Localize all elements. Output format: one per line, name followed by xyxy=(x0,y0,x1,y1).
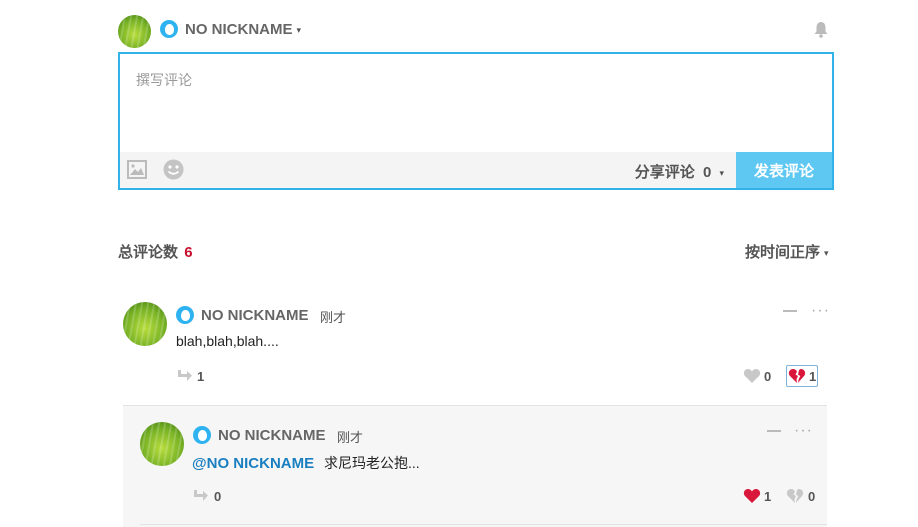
comment-username[interactable]: NO NICKNAME xyxy=(201,307,309,324)
like-count: 1 xyxy=(764,489,772,504)
mention-link[interactable]: @NO NICKNAME xyxy=(192,455,314,472)
like-count: 0 xyxy=(764,369,772,384)
reply-container: NO NICKNAME 刚才 ··· @NO NICKNAME 求尼玛老公抱..… xyxy=(123,405,827,527)
qq-icon xyxy=(160,20,178,38)
bell-icon[interactable] xyxy=(813,21,829,38)
dislike-count: 0 xyxy=(808,489,816,504)
reply-count: 1 xyxy=(197,369,205,384)
chevron-down-icon: ▾ xyxy=(296,24,302,35)
like-heart-icon[interactable] xyxy=(743,488,761,504)
comment-text: blah,blah,blah.... xyxy=(176,333,279,349)
image-icon[interactable] xyxy=(127,160,147,179)
comment-avatar[interactable] xyxy=(140,422,184,466)
broken-heart-icon[interactable] xyxy=(786,488,804,504)
comment-editor: 分享评论 0 ▾ 发表评论 xyxy=(118,52,834,190)
divider xyxy=(140,524,827,525)
comment-time: 刚才 xyxy=(337,430,364,445)
more-options-icon[interactable]: ··· xyxy=(811,303,830,319)
qq-icon xyxy=(176,306,194,324)
total-comments: 总评论数 6 xyxy=(118,244,193,261)
comment-time: 刚才 xyxy=(320,310,347,325)
more-options-icon[interactable]: ··· xyxy=(794,423,813,439)
comment-input[interactable] xyxy=(120,54,832,152)
reply-icon[interactable] xyxy=(192,489,210,503)
current-username[interactable]: NO NICKNAME ▾ xyxy=(185,21,301,38)
like-heart-icon[interactable] xyxy=(743,368,761,384)
qq-icon xyxy=(193,426,211,444)
dislike-button[interactable]: 1 xyxy=(786,365,818,387)
share-comment-dropdown[interactable]: 分享评论 0 ▾ xyxy=(635,161,724,182)
collapse-icon[interactable] xyxy=(783,310,797,312)
reply-count: 0 xyxy=(214,489,222,504)
sort-dropdown[interactable]: 按时间正序 ▾ xyxy=(745,241,829,262)
reply-icon[interactable] xyxy=(176,369,194,383)
submit-comment-button[interactable]: 发表评论 xyxy=(736,152,832,188)
comment-text: @NO NICKNAME 求尼玛老公抱... xyxy=(192,455,420,472)
total-comments-count: 6 xyxy=(184,244,193,261)
broken-heart-icon xyxy=(788,369,806,383)
dislike-count: 1 xyxy=(809,369,817,384)
editor-toolbar: 分享评论 0 ▾ 发表评论 xyxy=(120,152,832,188)
emoji-icon[interactable] xyxy=(163,159,184,180)
comment-avatar[interactable] xyxy=(123,302,167,346)
comment-username[interactable]: NO NICKNAME xyxy=(218,427,326,444)
chevron-down-icon: ▾ xyxy=(824,247,829,258)
collapse-icon[interactable] xyxy=(767,430,781,432)
current-user-avatar[interactable] xyxy=(118,15,151,48)
chevron-down-icon: ▾ xyxy=(719,167,724,178)
